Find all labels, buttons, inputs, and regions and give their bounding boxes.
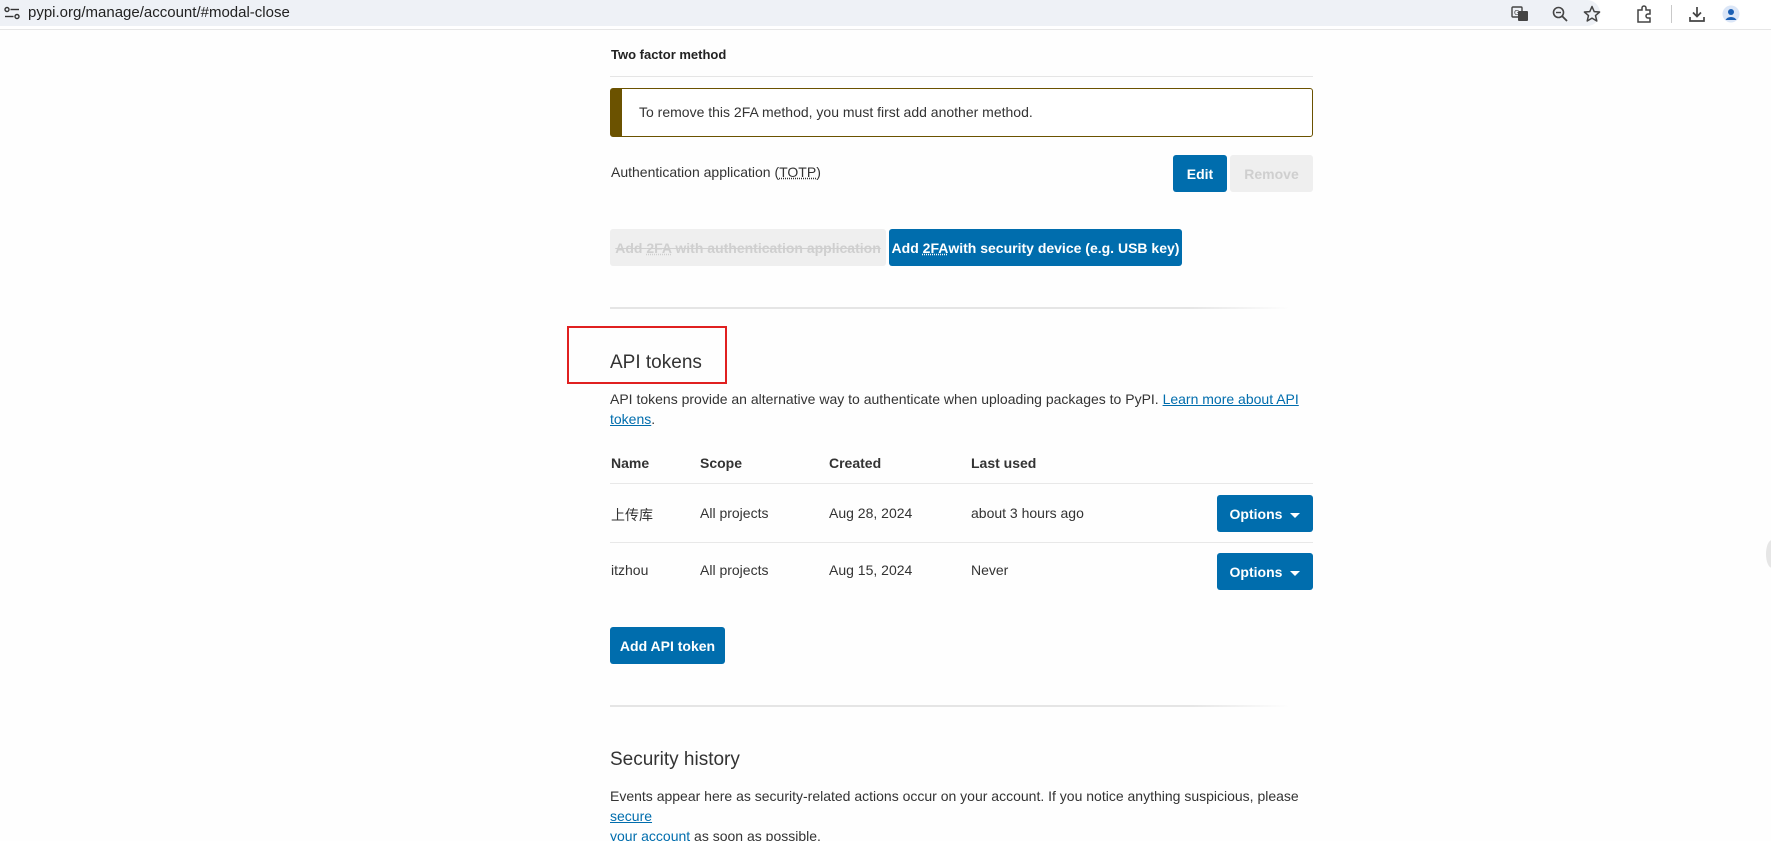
token-last-used: about 3 hours ago (971, 505, 1084, 521)
caret-down-icon (1290, 513, 1300, 518)
download-icon[interactable] (1686, 3, 1708, 25)
column-header-name: Name (611, 455, 649, 471)
url-text[interactable]: pypi.org/manage/account/#modal-close (28, 4, 290, 21)
options-label: Options (1230, 506, 1283, 522)
section-divider (610, 705, 1290, 707)
table-divider (610, 483, 1313, 484)
security-history-heading: Security history (610, 749, 740, 771)
security-history-description: Events appear here as security-related a… (610, 786, 1313, 841)
secure-account-link-cont[interactable]: your account (610, 828, 690, 841)
svg-text:G: G (1514, 9, 1519, 17)
period: . (651, 411, 655, 427)
address-bar[interactable]: pypi.org/manage/account/#modal-close G (0, 0, 1600, 26)
table-divider (610, 542, 1313, 543)
site-info-icon[interactable] (4, 6, 20, 20)
security-history-text-end: as soon as possible. (690, 828, 821, 841)
token-name: itzhou (611, 562, 648, 578)
toolbar-divider (1671, 5, 1672, 23)
token-created: Aug 28, 2024 (829, 505, 912, 521)
add-app-prefix: Add (615, 240, 646, 256)
add-device-prefix: Add (892, 240, 919, 256)
add-device-abbr: 2FA (923, 240, 949, 256)
add-app-suffix: with authentication application (672, 240, 881, 256)
translate-icon[interactable]: G (1509, 3, 1531, 25)
learn-more-api-tokens-link[interactable]: Learn more about API (1163, 391, 1299, 407)
options-label: Options (1230, 564, 1283, 580)
extensions-icon[interactable] (1633, 3, 1655, 25)
token-last-used: Never (971, 562, 1008, 578)
column-header-created: Created (829, 455, 881, 471)
section-divider (610, 307, 1290, 309)
token-name: 上传库 (611, 505, 653, 525)
two-factor-warning-callout: To remove this 2FA method, you must firs… (610, 88, 1313, 137)
token-created: Aug 15, 2024 (829, 562, 912, 578)
add-2fa-security-device-button[interactable]: Add 2FA with security device (e.g. USB k… (889, 229, 1182, 266)
add-api-token-button[interactable]: Add API token (610, 627, 725, 664)
edit-2fa-button[interactable]: Edit (1173, 155, 1227, 192)
warning-text: To remove this 2FA method, you must firs… (639, 104, 1033, 120)
totp-label-suffix: ) (816, 164, 821, 180)
add-device-suffix: with security device (e.g. USB key) (948, 240, 1179, 256)
add-2fa-app-button: Add 2FA with authentication application (610, 229, 886, 266)
api-tokens-description-text: API tokens provide an alternative way to… (610, 391, 1163, 407)
divider (610, 76, 1313, 77)
security-history-text: Events appear here as security-related a… (610, 788, 1299, 804)
api-tokens-heading: API tokens (610, 352, 702, 374)
side-panel-handle[interactable] (1766, 540, 1771, 568)
api-tokens-description: API tokens provide an alternative way to… (610, 389, 1313, 429)
secure-account-link[interactable]: secure (610, 808, 652, 824)
column-header-scope: Scope (700, 455, 742, 471)
profile-avatar-icon[interactable] (1720, 3, 1742, 25)
token-options-button[interactable]: Options (1217, 553, 1313, 590)
remove-2fa-button: Remove (1230, 155, 1313, 192)
column-header-last-used: Last used (971, 455, 1036, 471)
token-options-button[interactable]: Options (1217, 495, 1313, 532)
totp-abbr: TOTP (779, 164, 816, 180)
add-app-abbr: 2FA (646, 240, 671, 256)
token-scope: All projects (700, 505, 768, 521)
token-scope: All projects (700, 562, 768, 578)
browser-toolbar: pypi.org/manage/account/#modal-close G (0, 0, 1771, 30)
bookmark-star-icon[interactable] (1581, 3, 1603, 25)
zoom-icon[interactable] (1549, 3, 1571, 25)
learn-more-api-tokens-link-cont[interactable]: tokens (610, 411, 651, 427)
two-factor-section-label: Two factor method (611, 47, 726, 62)
totp-method-label: Authentication application (TOTP) (611, 164, 821, 180)
totp-label-prefix: Authentication application ( (611, 164, 779, 180)
caret-down-icon (1290, 571, 1300, 576)
add-app-label: Add 2FA with authentication application (615, 240, 881, 256)
